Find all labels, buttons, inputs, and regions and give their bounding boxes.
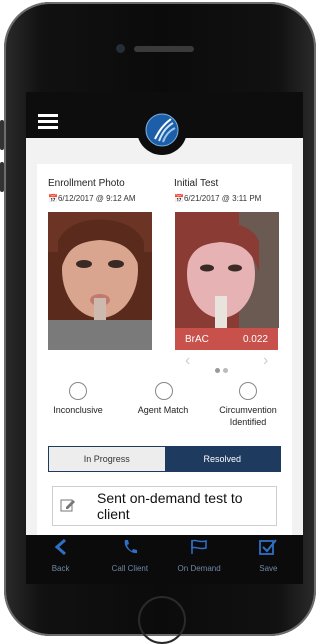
- pager-dot: [223, 368, 228, 373]
- pager-dots: [215, 360, 231, 378]
- brac-value: 0.022: [242, 333, 268, 345]
- tab-call-client[interactable]: Call Client: [95, 535, 164, 584]
- tab-on-demand[interactable]: On Demand: [165, 535, 234, 584]
- radio-circumvention[interactable]: [239, 382, 257, 400]
- home-button[interactable]: [138, 596, 186, 644]
- brac-label: BrAC: [185, 333, 209, 345]
- pager-dot: [215, 368, 220, 373]
- radio-agent-match[interactable]: [155, 382, 173, 400]
- note-field[interactable]: Sent on-demand test to client: [52, 486, 277, 526]
- enrollment-photo[interactable]: [48, 212, 152, 350]
- tab-label-on-demand: On Demand: [177, 564, 221, 573]
- radio-inconclusive[interactable]: [69, 382, 87, 400]
- tab-save[interactable]: Save: [234, 535, 303, 584]
- enrollment-title: Enrollment Photo: [48, 178, 125, 189]
- brac-result-bar: BrAC 0.022: [175, 328, 278, 350]
- radio-label-circumvention: Circumvention Identified: [219, 405, 277, 427]
- calendar-icon: 📅: [174, 194, 184, 203]
- back-icon: [54, 538, 68, 560]
- enrollment-date: 📅6/12/2017 @ 9:12 AM: [48, 194, 136, 203]
- hamburger-icon[interactable]: [38, 114, 58, 130]
- prev-photo-icon[interactable]: ‹: [185, 352, 190, 370]
- volume-button: [0, 120, 4, 150]
- flag-icon: [190, 539, 208, 560]
- tab-label-back: Back: [51, 564, 70, 573]
- tab-back[interactable]: Back: [26, 535, 95, 584]
- initial-test-photo[interactable]: [175, 212, 279, 328]
- bottom-tab-bar: Back Call Client On Demand Save: [26, 535, 303, 584]
- next-photo-icon[interactable]: ›: [263, 352, 268, 370]
- front-camera: [116, 44, 125, 53]
- initial-test-date: 📅6/21/2017 @ 3:11 PM: [174, 194, 262, 203]
- logo-icon: [145, 113, 179, 147]
- volume-button: [0, 162, 4, 192]
- phone-icon: [122, 539, 138, 560]
- review-card: Enrollment Photo 📅6/12/2017 @ 9:12 AM In…: [37, 164, 292, 584]
- initial-test-title: Initial Test: [174, 178, 219, 189]
- speaker-grille: [134, 46, 194, 52]
- note-text: Sent on-demand test to client: [97, 490, 243, 522]
- tab-label-call-client: Call Client: [111, 564, 149, 573]
- status-resolved[interactable]: Resolved: [164, 447, 280, 471]
- checkbox-icon: [259, 539, 278, 560]
- app-logo: [137, 105, 187, 155]
- calendar-icon: 📅: [48, 194, 58, 203]
- tab-label-save: Save: [259, 564, 278, 573]
- radio-label-agent-match: Agent Match: [137, 405, 189, 415]
- app-screen: Enrollment Photo 📅6/12/2017 @ 9:12 AM In…: [26, 92, 303, 584]
- status-in-progress[interactable]: In Progress: [49, 447, 165, 471]
- edit-icon: [60, 498, 78, 514]
- radio-label-inconclusive: Inconclusive: [53, 405, 103, 415]
- status-toggle: In Progress Resolved: [48, 446, 281, 472]
